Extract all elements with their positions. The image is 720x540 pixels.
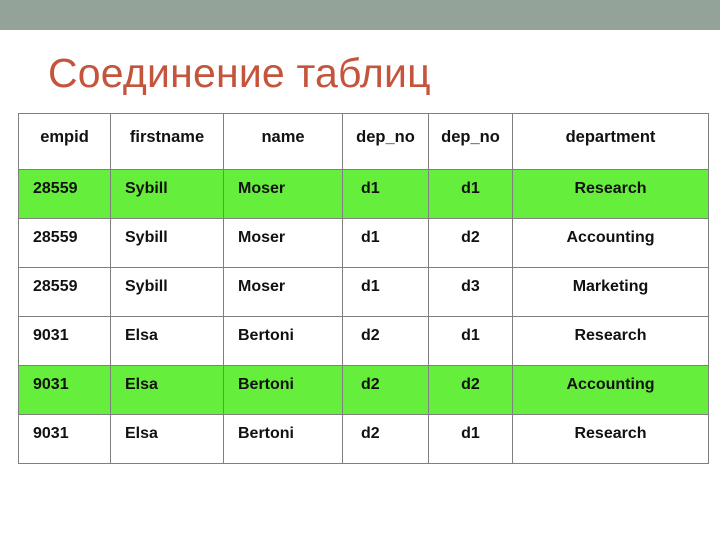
cell-dep-no-left: d1 bbox=[342, 267, 429, 317]
cell-firstname: Sybill bbox=[110, 169, 224, 219]
cell-department: Accounting bbox=[512, 218, 709, 268]
cell-empid: 9031 bbox=[18, 316, 111, 366]
cell-dep-no-right: d3 bbox=[428, 267, 513, 317]
cell-firstname: Sybill bbox=[110, 267, 224, 317]
table-header-row: empid firstname name dep_no dep_no depar… bbox=[18, 113, 709, 170]
top-decorative-band bbox=[0, 0, 720, 30]
table-body: 28559 Sybill Moser d1 d1 Research 28559 … bbox=[18, 169, 709, 464]
cell-dep-no-right: d2 bbox=[428, 218, 513, 268]
table-row: 28559 Sybill Moser d1 d2 Accounting bbox=[18, 218, 709, 268]
column-header-name: name bbox=[223, 113, 343, 170]
cell-department: Accounting bbox=[512, 365, 709, 415]
cell-name: Moser bbox=[223, 218, 343, 268]
cell-name: Moser bbox=[223, 169, 343, 219]
cell-name: Moser bbox=[223, 267, 343, 317]
table-row: 9031 Elsa Bertoni d2 d1 Research bbox=[18, 316, 709, 366]
cell-department: Research bbox=[512, 316, 709, 366]
cell-dep-no-right: d2 bbox=[428, 365, 513, 415]
cell-dep-no-right: d1 bbox=[428, 169, 513, 219]
cell-dep-no-left: d1 bbox=[342, 169, 429, 219]
cell-empid: 9031 bbox=[18, 414, 111, 464]
cell-dep-no-left: d1 bbox=[342, 218, 429, 268]
column-header-dep-no-left: dep_no bbox=[342, 113, 429, 170]
cell-firstname: Sybill bbox=[110, 218, 224, 268]
cell-department: Marketing bbox=[512, 267, 709, 317]
cell-dep-no-left: d2 bbox=[342, 414, 429, 464]
table-row: 9031 Elsa Bertoni d2 d1 Research bbox=[18, 414, 709, 464]
cell-dep-no-left: d2 bbox=[342, 316, 429, 366]
table-header: empid firstname name dep_no dep_no depar… bbox=[18, 113, 709, 170]
page-title: Соединение таблиц bbox=[48, 50, 431, 96]
cell-department: Research bbox=[512, 169, 709, 219]
cell-dep-no-left: d2 bbox=[342, 365, 429, 415]
cell-empid: 28559 bbox=[18, 218, 111, 268]
cell-empid: 9031 bbox=[18, 365, 111, 415]
join-result-table: empid firstname name dep_no dep_no depar… bbox=[18, 113, 709, 464]
cell-empid: 28559 bbox=[18, 169, 111, 219]
table-row: 28559 Sybill Moser d1 d1 Research bbox=[18, 169, 709, 219]
cell-firstname: Elsa bbox=[110, 316, 224, 366]
column-header-firstname: firstname bbox=[110, 113, 224, 170]
table-row: 9031 Elsa Bertoni d2 d2 Accounting bbox=[18, 365, 709, 415]
table-row: 28559 Sybill Moser d1 d3 Marketing bbox=[18, 267, 709, 317]
cell-dep-no-right: d1 bbox=[428, 316, 513, 366]
cell-department: Research bbox=[512, 414, 709, 464]
cell-dep-no-right: d1 bbox=[428, 414, 513, 464]
column-header-department: department bbox=[512, 113, 709, 170]
cell-empid: 28559 bbox=[18, 267, 111, 317]
cell-name: Bertoni bbox=[223, 316, 343, 366]
cell-name: Bertoni bbox=[223, 414, 343, 464]
column-header-dep-no-right: dep_no bbox=[428, 113, 513, 170]
cell-firstname: Elsa bbox=[110, 365, 224, 415]
cell-firstname: Elsa bbox=[110, 414, 224, 464]
cell-name: Bertoni bbox=[223, 365, 343, 415]
column-header-empid: empid bbox=[18, 113, 111, 170]
